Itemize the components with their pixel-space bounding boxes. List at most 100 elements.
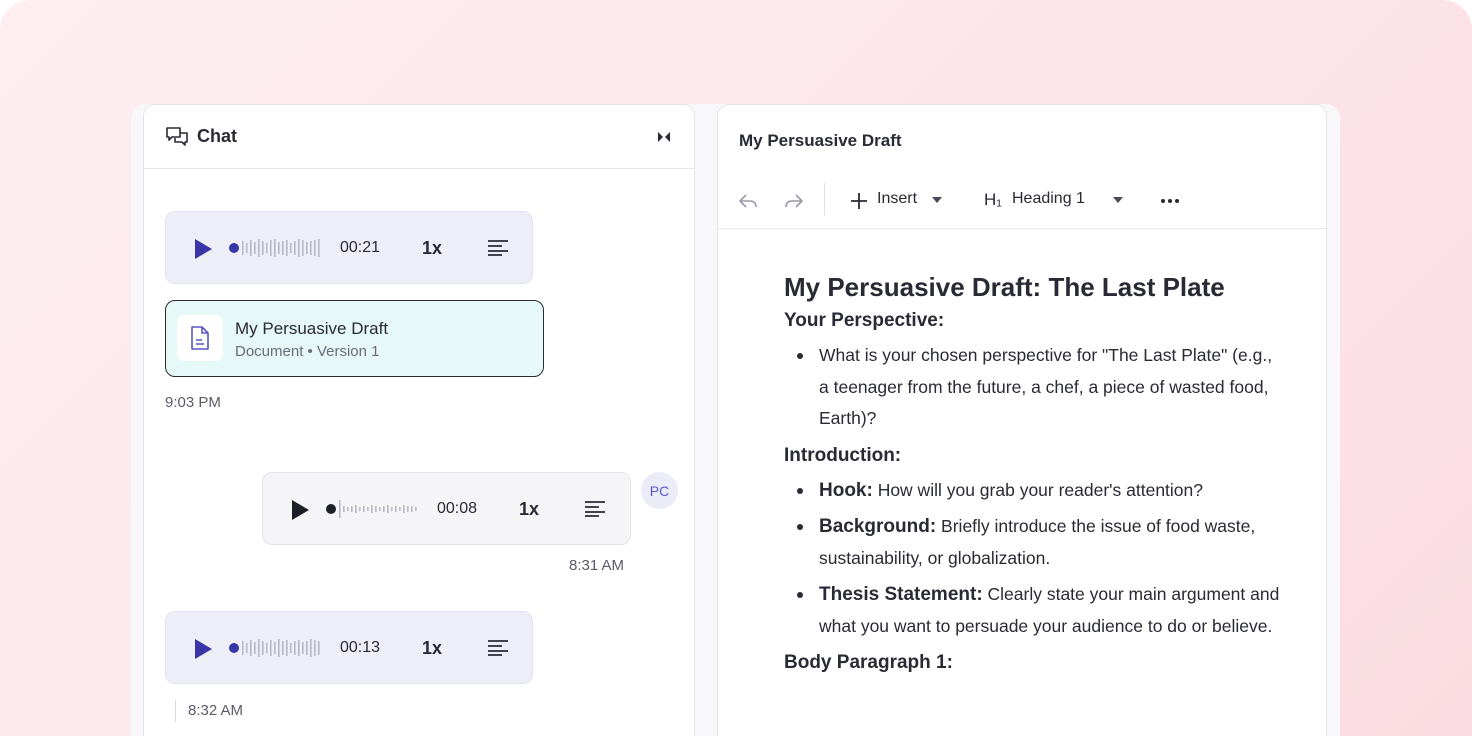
waveform-bar [314, 640, 316, 656]
waveform-bar [371, 505, 373, 513]
insert-button[interactable]: Insert [877, 190, 917, 208]
waveform-bar [407, 506, 409, 512]
waveform-bar [290, 243, 292, 253]
section-heading: Body Paragraph 1: [784, 652, 953, 673]
document-card-title: My Persuasive Draft [235, 319, 389, 338]
playback-speed-button[interactable]: 1x [422, 238, 442, 259]
insert-dropdown-icon[interactable] [932, 197, 942, 203]
waveform[interactable] [326, 497, 424, 521]
waveform-bar [310, 241, 312, 255]
waveform-bar [298, 239, 300, 257]
document-card-subtitle: Document • Version 1 [235, 343, 380, 360]
waveform-bar [274, 642, 276, 654]
waveform-bar [306, 242, 308, 254]
waveform-bar [246, 643, 248, 653]
waveform-bar [254, 242, 256, 254]
waveform-bar [262, 641, 264, 655]
heading-style-dropdown[interactable]: Heading 1 [1012, 190, 1085, 208]
more-options-icon[interactable] [1160, 191, 1180, 211]
document-panel: My Persuasive Draft Insert H₁ Heading 1 … [717, 104, 1327, 736]
waveform-bar [298, 640, 300, 656]
playback-speed-button[interactable]: 1x [422, 638, 442, 659]
waveform-bar [270, 240, 272, 256]
waveform-bar [375, 506, 377, 512]
waveform-bar [395, 506, 397, 512]
bullet-list: What is your chosen perspective for "The… [784, 340, 1284, 435]
waveform-bar [302, 642, 304, 654]
waveform-bar [242, 641, 244, 655]
play-icon[interactable] [193, 238, 213, 260]
chat-header: Chat [144, 105, 694, 169]
waveform-bar [411, 506, 413, 512]
waveform-bar [387, 505, 389, 513]
waveform-bar [359, 507, 361, 511]
playhead-dot[interactable] [229, 643, 239, 653]
audio-message: 00:13 1x [165, 611, 533, 684]
waveform-bar [347, 507, 349, 511]
list-item-text: What is your chosen perspective for "The… [819, 345, 1273, 428]
waveform-bar [242, 241, 244, 255]
audio-duration: 00:08 [437, 500, 478, 517]
waveform-bar [318, 239, 320, 257]
waveform-bar [282, 641, 284, 655]
list-item-label: Background: [819, 516, 937, 537]
waveform-bar [306, 641, 308, 655]
waveform-bar [415, 507, 417, 511]
waveform-bar [250, 640, 252, 656]
waveform-bar [339, 500, 341, 518]
heading-icon[interactable]: H₁ [984, 190, 1002, 210]
section-heading: Your Perspective: [784, 310, 945, 331]
waveform-bar [379, 507, 381, 511]
transcript-icon[interactable] [487, 239, 509, 257]
section-heading: Introduction: [784, 444, 902, 466]
waveform-bar [278, 242, 280, 254]
waveform-bar [351, 506, 353, 512]
waveform-bar [294, 241, 296, 255]
audio-message: 00:21 1x [165, 211, 533, 284]
playhead-dot[interactable] [326, 504, 336, 514]
playhead-dot[interactable] [229, 243, 239, 253]
document-icon [191, 326, 209, 350]
editor-toolbar: Insert H₁ Heading 1 [718, 173, 1326, 229]
user-avatar: PC [641, 472, 678, 509]
document-icon-box [177, 315, 223, 361]
redo-icon[interactable] [784, 191, 804, 211]
waveform-bar [367, 507, 369, 511]
play-icon[interactable] [290, 499, 310, 521]
collapse-icon[interactable] [656, 129, 672, 145]
plus-icon[interactable] [849, 191, 869, 211]
playback-speed-button[interactable]: 1x [519, 499, 539, 520]
waveform-bar [363, 506, 365, 512]
waveform-bar [282, 241, 284, 255]
waveform-bar [274, 239, 276, 257]
document-card[interactable]: My Persuasive Draft Document • Version 1 [165, 300, 544, 377]
bullet-list: Hook: How will you grab your reader's at… [784, 475, 1284, 643]
waveform-bar [286, 240, 288, 256]
audio-message: 00:08 1x [262, 472, 631, 545]
waveform-bar [270, 640, 272, 656]
waveform-bar [343, 506, 345, 512]
list-item: Thesis Statement: Clearly state your mai… [784, 579, 1284, 642]
heading-dropdown-icon[interactable] [1113, 197, 1123, 203]
transcript-icon[interactable] [584, 500, 606, 518]
toolbar-divider [824, 183, 825, 215]
waveform-bar [302, 240, 304, 256]
waveform[interactable] [229, 636, 325, 660]
chat-bubbles-icon [166, 126, 188, 146]
waveform-bar [250, 240, 252, 256]
list-item-label: Hook: [819, 479, 873, 501]
transcript-icon[interactable] [487, 639, 509, 657]
waveform-bar [403, 505, 405, 513]
waveform-bar [286, 640, 288, 656]
waveform-bar [266, 643, 268, 653]
waveform[interactable] [229, 236, 325, 260]
undo-icon[interactable] [738, 191, 758, 211]
play-icon[interactable] [193, 638, 213, 660]
document-content[interactable]: My Persuasive Draft: The Last Plate Your… [784, 271, 1284, 679]
waveform-bar [294, 641, 296, 655]
message-timestamp: 8:31 AM [569, 557, 625, 574]
document-title: My Persuasive Draft [739, 131, 902, 150]
waveform-bar [314, 240, 316, 256]
list-item: Background: Briefly introduce the issue … [784, 511, 1284, 574]
waveform-bar [391, 507, 393, 511]
